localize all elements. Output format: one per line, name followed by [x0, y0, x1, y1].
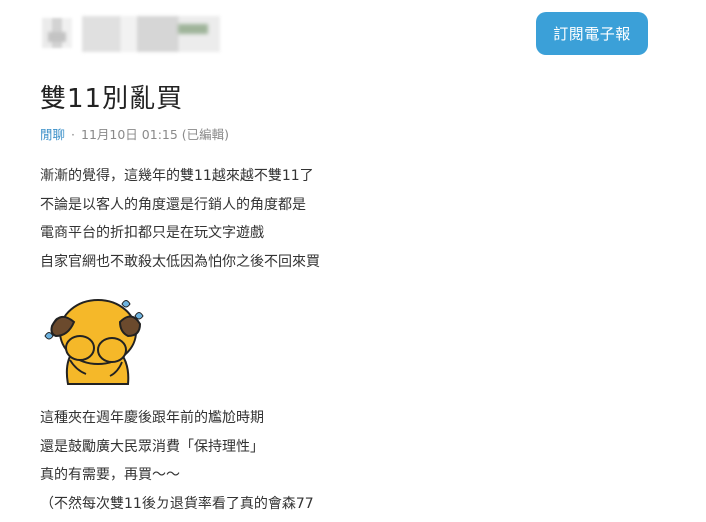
text-line: 真的有需要，再買～～ — [40, 467, 180, 483]
post-category-link[interactable]: 閒聊 — [40, 127, 65, 142]
text-line: 漸漸的覺得，這幾年的雙11越來越不雙11了 — [40, 168, 314, 184]
author-row[interactable] — [42, 12, 362, 52]
post-datetime: 11月10日 01:15 — [81, 127, 178, 142]
text-line: 這種夾在週年慶後跟年前的尷尬時期 — [40, 410, 264, 426]
subscribe-newsletter-button[interactable]: 訂閱電子報 — [536, 12, 648, 55]
post-paragraph-1: 漸漸的覺得，這幾年的雙11越來越不雙11了 不論是以客人的角度還是行銷人的角度都… — [40, 162, 320, 276]
post-title: 雙11別亂買 — [40, 84, 184, 114]
text-line: （不然每次雙11後ㄉ退貨率看了真的會森77 — [40, 495, 314, 512]
crying-dog-sticker-icon — [44, 299, 144, 385]
text-line: 自家官網也不敢殺太低因為怕你之後不回來買 — [40, 253, 320, 270]
text-line: 不論是以客人的角度還是行銷人的角度都是 — [40, 196, 306, 213]
author-name-blurred[interactable] — [82, 16, 220, 52]
edited-label: (已編輯) — [181, 127, 230, 142]
text-line: 還是鼓勵廣大民眾消費「保持理性」 — [40, 438, 264, 455]
author-avatar[interactable] — [42, 18, 72, 48]
text-line: 電商平台的折扣都只是在玩文字遊戲 — [40, 225, 264, 241]
post-meta: 閒聊 · 11月10日 01:15 (已編輯) — [40, 124, 229, 143]
post-paragraph-2: 這種夾在週年慶後跟年前的尷尬時期 還是鼓勵廣大民眾消費「保持理性」 真的有需要，… — [40, 404, 314, 518]
meta-separator: · — [71, 127, 75, 142]
